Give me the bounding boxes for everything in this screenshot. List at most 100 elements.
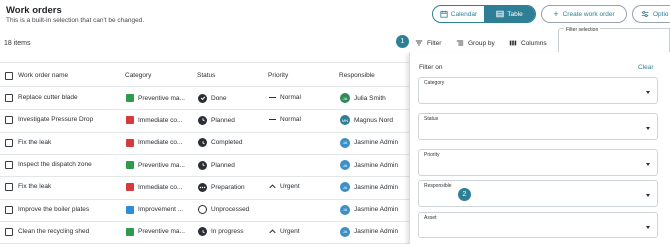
work-order-name[interactable]: Investigate Pressure Drop	[18, 116, 93, 123]
table-view-button[interactable]: Table	[484, 6, 535, 22]
status-cell: Unprocessed	[198, 205, 250, 215]
category-cell: Preventive ma...	[126, 94, 185, 103]
avatar: MN	[340, 115, 350, 126]
category-color-swatch	[126, 94, 134, 103]
responsible-cell: JA Julia Smith	[340, 93, 386, 104]
work-order-name[interactable]: Fix the leak	[18, 139, 51, 146]
work-order-name[interactable]: Clean the recycling shed	[18, 228, 89, 235]
clock-icon	[198, 160, 207, 170]
columns-button[interactable]: Columns	[509, 39, 547, 47]
responsible-cell: JA Jasmine Admin	[340, 182, 399, 193]
filter-dropdown[interactable]	[418, 180, 658, 207]
dash-icon	[269, 97, 276, 99]
work-order-name-text: Fix the leak	[18, 183, 52, 191]
responsible-name: Jasmine Admin	[354, 228, 399, 236]
priority-cell: Urgent	[269, 183, 300, 190]
filter-field-label: Category	[424, 80, 445, 86]
work-order-name[interactable]: Inspect the dispatch zone	[18, 161, 92, 168]
chevron-down-icon	[646, 91, 650, 94]
category-cell: Preventive ma...	[126, 227, 185, 236]
filter-on-label: Filter on	[419, 64, 443, 71]
filter-field-label: Asset	[424, 215, 437, 221]
filter-field-label: Priority	[424, 152, 440, 158]
priority-cell: Normal	[269, 94, 301, 101]
category-text: Preventive ma...	[138, 161, 185, 169]
column-header-responsible[interactable]: Responsible	[339, 72, 375, 79]
row-divider	[0, 220, 412, 222]
chevron-down-icon	[646, 127, 650, 130]
sliders-icon	[641, 10, 649, 18]
status-text: Unprocessed	[211, 206, 250, 214]
row-checkbox[interactable]	[5, 227, 13, 236]
avatar: JA	[340, 204, 350, 215]
status-cell: Planned	[198, 115, 235, 125]
dash-icon	[269, 119, 276, 121]
row-divider	[0, 131, 412, 133]
row-checkbox[interactable]	[5, 138, 13, 147]
group-by-button[interactable]: Group by	[456, 39, 495, 47]
avatar: JA	[340, 137, 350, 148]
work-order-name-text: Replace cutter blade	[18, 94, 78, 102]
status-text: Planned	[211, 116, 235, 124]
clock-icon	[198, 115, 207, 125]
row-checkbox[interactable]	[5, 183, 13, 192]
responsible-cell: JA Jasmine Admin	[340, 226, 399, 237]
category-text: Immediate co...	[138, 139, 183, 147]
options-label: Optio	[653, 10, 669, 18]
work-order-name-text: Improve the boiler plates	[18, 205, 90, 213]
work-order-name[interactable]: Fix the leak	[18, 183, 51, 190]
check-circle-icon	[198, 93, 207, 103]
responsible-name: Julia Smith	[354, 94, 386, 102]
priority-text: Normal	[280, 94, 301, 102]
priority-text: Urgent	[280, 227, 300, 235]
filter-dropdown[interactable]	[418, 113, 658, 140]
column-header-category[interactable]: Category	[125, 72, 151, 79]
category-text: Immediate co...	[138, 116, 183, 124]
step-badge-2: 2	[458, 188, 471, 201]
create-work-order-button[interactable]: + Create work order	[541, 5, 627, 23]
avatar: JA	[340, 93, 350, 104]
category-color-swatch	[126, 183, 134, 192]
responsible-name: Magnus Nord	[354, 116, 394, 124]
row-divider	[0, 153, 412, 155]
work-order-name[interactable]: Replace cutter blade	[18, 94, 78, 101]
priority-text: Normal	[280, 116, 301, 124]
row-checkbox[interactable]	[5, 161, 13, 170]
work-order-name[interactable]: Improve the boiler plates	[18, 206, 89, 213]
row-checkbox[interactable]	[5, 116, 13, 125]
category-color-swatch	[126, 161, 134, 170]
clock-icon	[198, 138, 207, 148]
column-header-name[interactable]: Work order name	[18, 72, 68, 79]
filter-button[interactable]: Filter	[415, 39, 441, 47]
table-icon	[496, 10, 504, 18]
chevron-up-icon	[269, 229, 276, 234]
status-text: In progress	[211, 228, 244, 236]
category-color-swatch	[126, 205, 134, 214]
responsible-cell: JA Jasmine Admin	[340, 160, 398, 171]
page-subtitle: This is a built-in selection that can't …	[6, 17, 145, 24]
row-divider	[0, 176, 412, 178]
columns-label: Columns	[521, 39, 547, 47]
status-text: Planned	[211, 161, 235, 169]
column-header-status[interactable]: Status	[197, 72, 215, 79]
row-checkbox[interactable]	[5, 94, 13, 103]
row-checkbox[interactable]	[5, 205, 13, 214]
status-cell: Planned	[198, 160, 235, 170]
column-header-priority[interactable]: Priority	[268, 72, 288, 79]
filter-dropdown[interactable]	[418, 77, 658, 104]
view-toggle: Calendar Table	[432, 5, 536, 23]
responsible-cell: JA Jasmine Admin	[340, 204, 398, 215]
responsible-cell: MN Magnus Nord	[340, 115, 394, 126]
chevron-down-icon	[646, 163, 650, 166]
select-all-checkbox[interactable]	[5, 72, 13, 80]
filter-dropdown[interactable]	[418, 149, 658, 176]
work-order-name-text: Clean the recycling shed	[18, 227, 90, 235]
clear-filters-link[interactable]: Clear	[638, 64, 654, 71]
responsible-name: Jasmine Admin	[354, 183, 399, 191]
category-text: Preventive ma...	[138, 228, 185, 236]
calendar-view-button[interactable]: Calendar	[433, 6, 484, 22]
options-button[interactable]: Optio	[632, 5, 670, 23]
category-cell: Immediate co...	[126, 183, 182, 192]
filter-dropdown[interactable]	[418, 212, 658, 238]
group-by-label: Group by	[468, 39, 495, 47]
